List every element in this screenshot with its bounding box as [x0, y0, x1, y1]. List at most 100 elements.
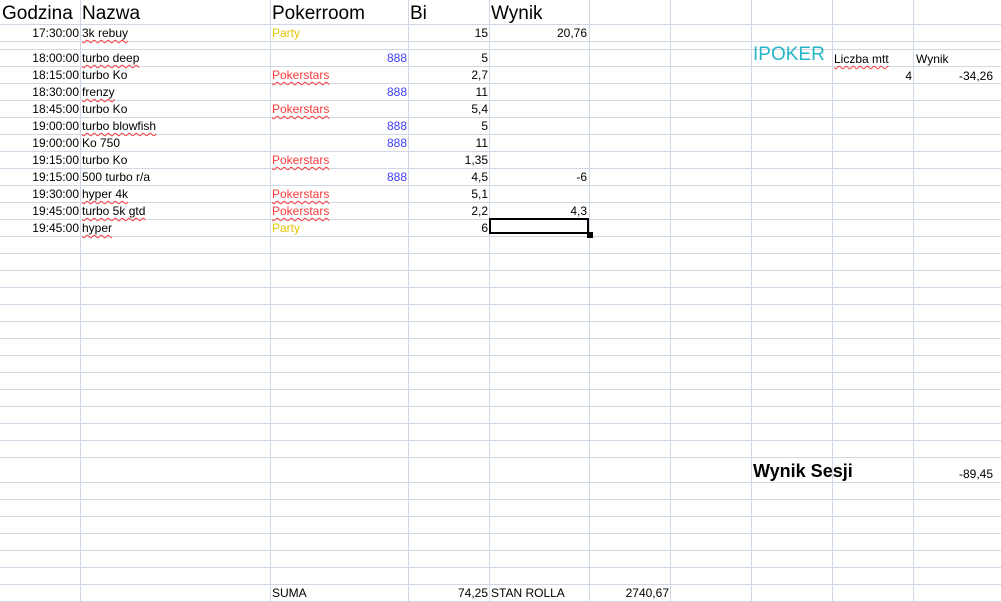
row-divider	[0, 440, 1001, 441]
row-divider	[0, 355, 1001, 356]
row-wynik[interactable]	[490, 50, 587, 66]
row-divider	[0, 338, 1001, 339]
column-divider	[670, 0, 671, 602]
row-name[interactable]: Ko 750	[82, 135, 120, 151]
header-godzina: Godzina	[2, 3, 73, 24]
row-room[interactable]: 888	[272, 135, 407, 151]
row-bi[interactable]: 5,1	[409, 186, 488, 202]
row-divider	[0, 389, 1001, 390]
row-time[interactable]: 18:15:00	[0, 67, 79, 83]
row-name[interactable]: turbo Ko	[82, 101, 127, 117]
row-name[interactable]: frenzy	[82, 84, 115, 100]
row-room[interactable]: Pokerstars	[272, 67, 329, 83]
row-divider	[0, 236, 1001, 237]
row-divider	[0, 423, 1001, 424]
row-room[interactable]: 888	[272, 169, 407, 185]
row-room[interactable]: Pokerstars	[272, 186, 329, 202]
row-divider	[0, 304, 1001, 305]
spreadsheet-sheet: { "headers": { "godzina": "Godzina", "na…	[0, 0, 1001, 602]
row-divider	[0, 516, 1001, 517]
row-room[interactable]: Pokerstars	[272, 101, 329, 117]
session-label: Wynik Sesji	[753, 461, 853, 481]
row-name[interactable]: turbo 5k gtd	[82, 203, 145, 219]
row-name[interactable]: 3k rebuy	[82, 25, 128, 41]
row-time[interactable]: 19:00:00	[0, 135, 79, 151]
session-value: -89,45	[958, 467, 993, 481]
ipoker-wynik-value: -34,26	[958, 69, 993, 83]
row-wynik[interactable]	[490, 152, 587, 168]
row-room[interactable]: 888	[272, 118, 407, 134]
fill-handle[interactable]	[587, 232, 593, 238]
row-bi[interactable]: 5	[409, 118, 488, 134]
row-room[interactable]: 888	[272, 84, 407, 100]
row-divider	[0, 253, 1001, 254]
row-divider	[0, 287, 1001, 288]
row-divider	[0, 41, 1001, 42]
row-bi[interactable]: 2,2	[409, 203, 488, 219]
row-time[interactable]: 19:15:00	[0, 169, 79, 185]
row-wynik[interactable]	[490, 67, 587, 83]
row-time[interactable]: 18:45:00	[0, 101, 79, 117]
selected-cell[interactable]	[489, 218, 589, 234]
row-bi[interactable]: 11	[409, 135, 488, 151]
row-divider	[0, 499, 1001, 500]
row-bi[interactable]: 5	[409, 50, 488, 66]
row-time[interactable]: 18:00:00	[0, 50, 79, 66]
ipoker-wynik-label: Wynik	[916, 52, 949, 66]
row-divider	[0, 372, 1001, 373]
row-divider	[0, 321, 1001, 322]
column-divider	[832, 0, 833, 602]
row-bi[interactable]: 5,4	[409, 101, 488, 117]
column-divider	[589, 0, 590, 602]
row-name[interactable]: turbo blowfish	[82, 118, 156, 134]
row-divider	[0, 567, 1001, 568]
row-name[interactable]: turbo Ko	[82, 67, 127, 83]
row-wynik[interactable]	[490, 84, 587, 100]
stan-rolla-label: STAN ROLLA	[491, 586, 565, 600]
row-time[interactable]: 18:30:00	[0, 84, 79, 100]
ipoker-liczba-mtt-value: 4	[905, 69, 912, 83]
row-wynik[interactable]	[490, 101, 587, 117]
row-room[interactable]: Pokerstars	[272, 203, 329, 219]
row-wynik[interactable]	[490, 118, 587, 134]
row-room[interactable]: Pokerstars	[272, 152, 329, 168]
row-name[interactable]: 500 turbo r/a	[82, 169, 150, 185]
row-divider	[0, 482, 1001, 483]
row-room[interactable]: Party	[272, 25, 300, 41]
row-time[interactable]: 19:00:00	[0, 118, 79, 134]
row-bi[interactable]: 1,35	[409, 152, 488, 168]
row-name[interactable]: hyper 4k	[82, 186, 128, 202]
column-divider	[913, 0, 914, 602]
row-time[interactable]: 19:15:00	[0, 152, 79, 168]
row-bi[interactable]: 11	[409, 84, 488, 100]
row-name[interactable]: turbo Ko	[82, 152, 127, 168]
row-bi[interactable]: 4,5	[409, 169, 488, 185]
header-pokerroom: Pokerroom	[272, 3, 365, 24]
suma-value: 74,25	[457, 586, 488, 600]
column-divider	[270, 0, 271, 602]
suma-label: SUMA	[272, 586, 307, 600]
row-divider	[0, 457, 1001, 458]
row-room[interactable]: Party	[272, 220, 300, 236]
row-wynik[interactable]: -6	[490, 169, 587, 185]
row-bi[interactable]: 6	[409, 220, 488, 236]
row-bi[interactable]: 15	[409, 25, 488, 41]
row-wynik[interactable]: 4,3	[490, 203, 587, 219]
row-wynik[interactable]	[490, 186, 587, 202]
row-wynik[interactable]: 20,76	[490, 25, 587, 41]
header-bi: Bi	[410, 3, 427, 24]
row-time[interactable]: 17:30:00	[0, 25, 79, 41]
row-time[interactable]: 19:45:00	[0, 220, 79, 236]
row-time[interactable]: 19:45:00	[0, 203, 79, 219]
row-bi[interactable]: 2,7	[409, 67, 488, 83]
row-name[interactable]: hyper	[82, 220, 112, 236]
row-wynik[interactable]	[490, 135, 587, 151]
row-divider	[0, 270, 1001, 271]
row-time[interactable]: 19:30:00	[0, 186, 79, 202]
column-divider	[80, 0, 81, 602]
row-name[interactable]: turbo deep	[82, 50, 139, 66]
column-divider	[751, 0, 752, 602]
row-room[interactable]: 888	[272, 50, 407, 66]
header-nazwa: Nazwa	[82, 3, 141, 24]
ipoker-liczba-mtt-label: Liczba mtt	[834, 52, 889, 66]
